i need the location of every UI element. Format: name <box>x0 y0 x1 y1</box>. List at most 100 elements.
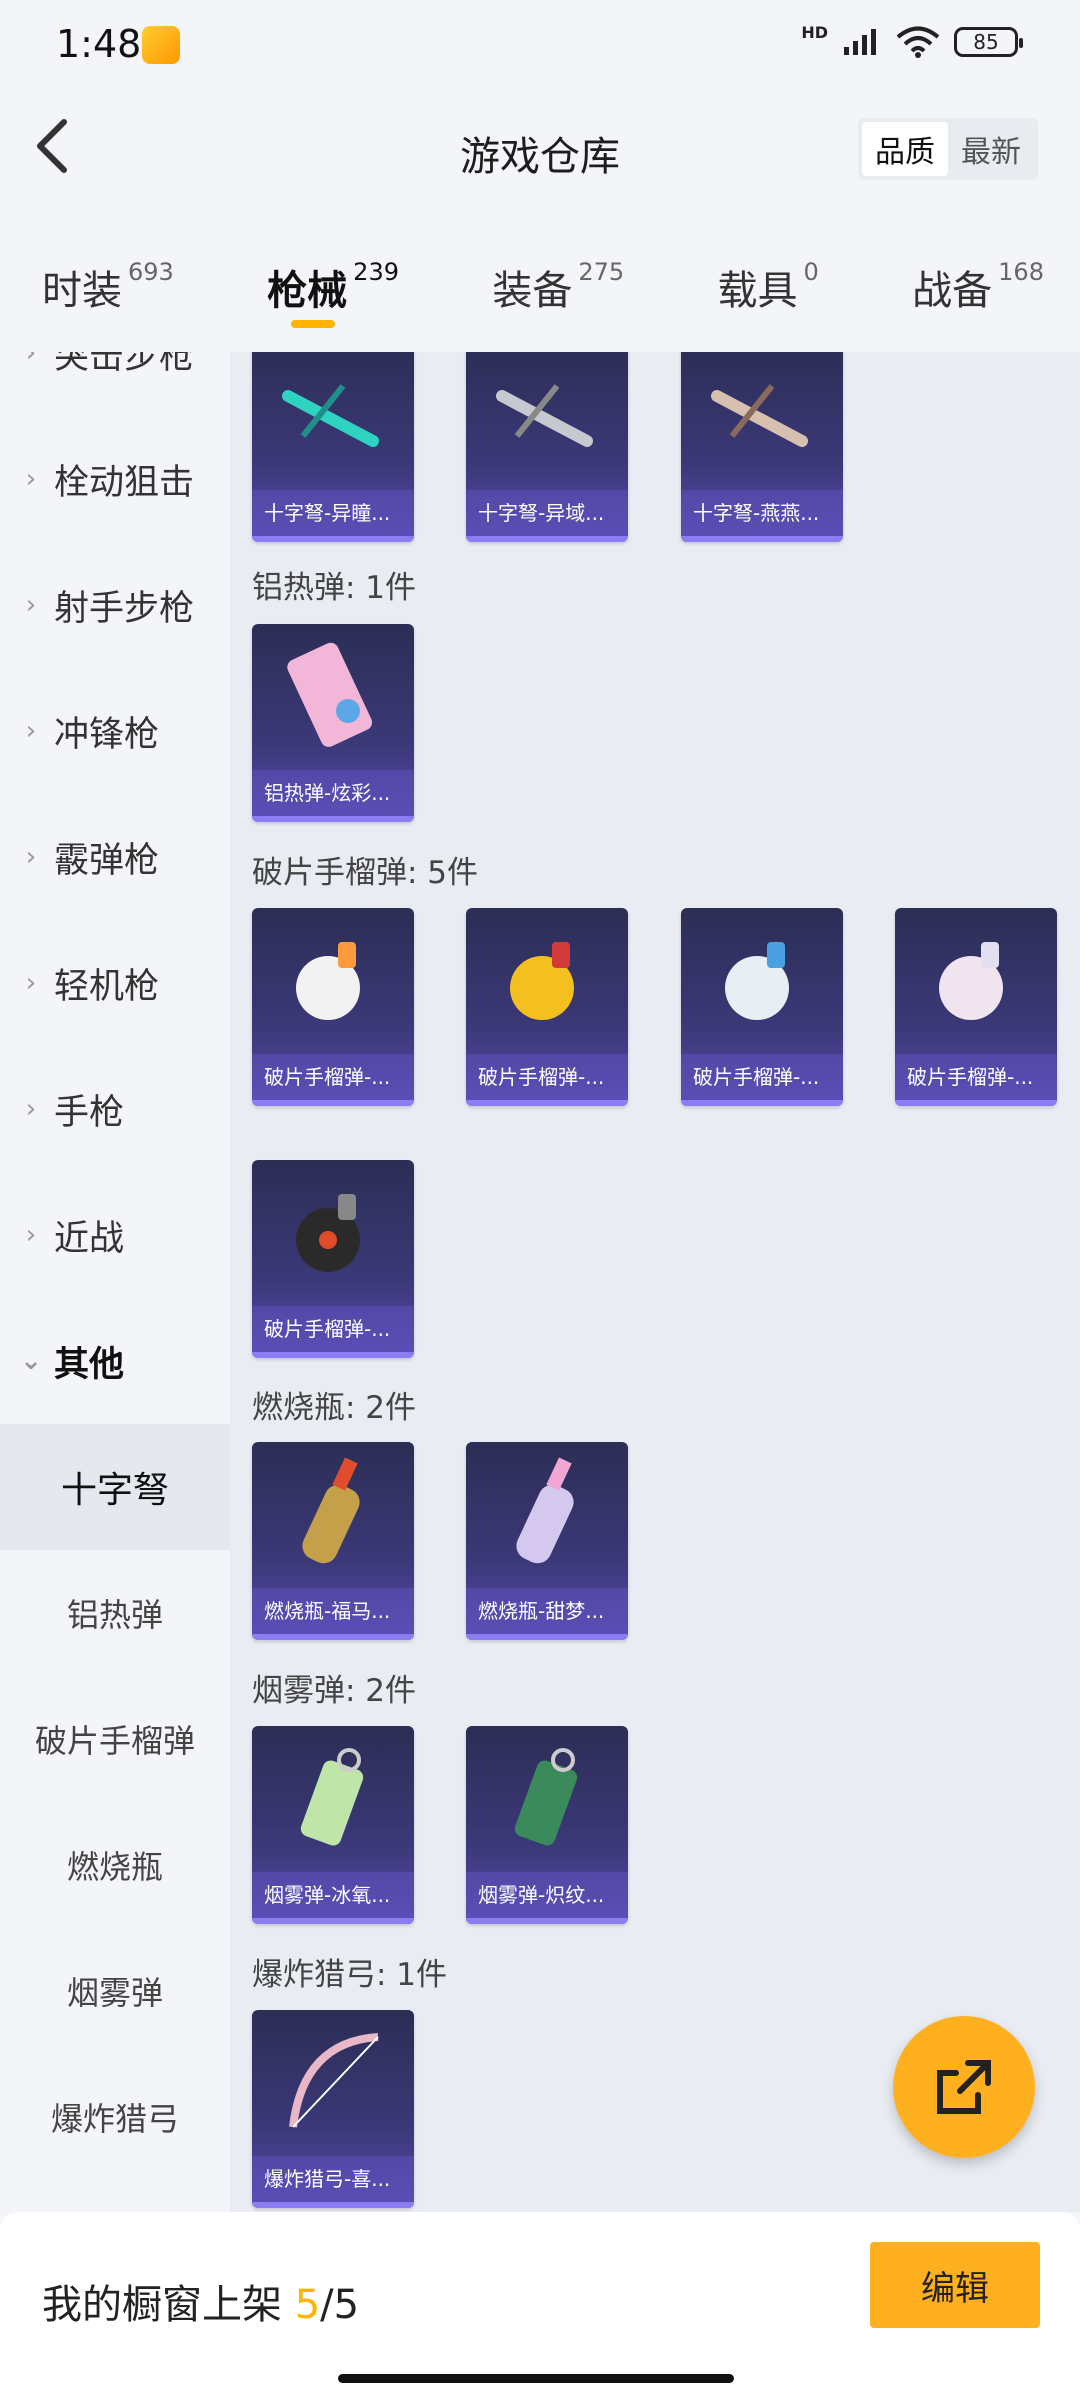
section-title: 烟雾弹: 2件 <box>252 1673 417 1709</box>
sidebar-item-pistol[interactable]: › 手枪 <box>0 1046 230 1172</box>
item-card[interactable]: 铝热弹-炫彩... <box>252 624 414 822</box>
molotov-icon <box>252 1442 414 1586</box>
rarity-bar <box>466 1634 628 1640</box>
sidebar-sub-frag-grenade[interactable]: 破片手榴弹 <box>0 1676 230 1802</box>
chevron-right-icon: › <box>25 464 37 494</box>
item-name: 爆炸猎弓-喜... <box>252 2156 414 2202</box>
sidebar-item-other[interactable]: ⌄ 其他 <box>0 1298 230 1424</box>
sidebar-item-shotgun[interactable]: › 霰弹枪 <box>0 794 230 920</box>
crossbow-icon <box>252 352 414 488</box>
sidebar-item-label: 突击步枪 <box>54 352 195 377</box>
sort-toggle: 品质 最新 <box>858 118 1038 180</box>
signal-icon <box>844 29 876 55</box>
grenade-icon <box>681 908 843 1052</box>
sidebar-item-bolt-sniper[interactable]: › 栓动狙击 <box>0 416 230 542</box>
tab-fashion[interactable]: 时装 693 <box>42 230 174 350</box>
item-name: 燃烧瓶-甜梦... <box>466 1588 628 1634</box>
rarity-bar <box>252 816 414 822</box>
header: 游戏仓库 品质 最新 <box>0 90 1080 210</box>
item-card[interactable]: 破片手榴弹-... <box>466 908 628 1106</box>
molotov-icon <box>466 1442 628 1586</box>
chevron-right-icon: › <box>25 842 37 872</box>
sidebar-sub-crossbow[interactable]: 十字弩 <box>0 1424 230 1550</box>
sidebar-item-smg[interactable]: › 冲锋枪 <box>0 668 230 794</box>
showcase-separator: / <box>320 2282 334 2328</box>
rarity-bar <box>252 536 414 542</box>
wifi-icon <box>896 26 940 58</box>
item-card[interactable]: 燃烧瓶-甜梦... <box>466 1442 628 1640</box>
showcase-text: 我的橱窗上架 <box>42 2282 282 2328</box>
item-card[interactable]: 爆炸猎弓-喜... <box>252 2010 414 2208</box>
tab-equipment[interactable]: 装备 275 <box>492 230 624 350</box>
app-notification-icon <box>142 26 180 64</box>
chevron-right-icon: › <box>25 716 37 746</box>
tab-label: 枪械 <box>267 268 348 314</box>
sidebar-item-label: 近战 <box>54 1218 125 1259</box>
sidebar: › 突击步枪 › 栓动狙击 › 射手步枪 › 冲锋枪 › 霰弹枪 › 轻机枪 › 手枪 › 近战… <box>0 352 230 2212</box>
chevron-right-icon: › <box>25 590 37 620</box>
rarity-bar <box>466 1918 628 1924</box>
item-name: 铝热弹-炫彩... <box>252 770 414 816</box>
active-tab-indicator <box>291 320 336 328</box>
sort-quality[interactable]: 品质 <box>862 122 948 176</box>
item-name: 破片手榴弹-... <box>252 1054 414 1100</box>
status-time: 1:48 <box>56 22 142 66</box>
sidebar-item-label: 霰弹枪 <box>54 840 160 881</box>
sidebar-item-label: 冲锋枪 <box>54 714 160 755</box>
rarity-bar <box>466 536 628 542</box>
item-card[interactable]: 十字弩-燕燕... <box>681 352 843 542</box>
sidebar-item-marksman-rifle[interactable]: › 射手步枪 <box>0 542 230 668</box>
grenade-icon <box>252 908 414 1052</box>
home-indicator[interactable] <box>338 2374 734 2383</box>
item-card[interactable]: 十字弩-异瞳... <box>252 352 414 542</box>
item-card[interactable]: 燃烧瓶-福马... <box>252 1442 414 1640</box>
item-card[interactable]: 破片手榴弹-... <box>681 908 843 1106</box>
item-name: 十字弩-燕燕... <box>681 490 843 536</box>
tab-vehicles[interactable]: 载具 0 <box>718 230 819 350</box>
external-link-icon <box>937 2060 991 2114</box>
item-card[interactable]: 破片手榴弹-... <box>252 908 414 1106</box>
status-bar: 1:48 HD 85 <box>0 0 1080 90</box>
grenade-icon <box>252 1160 414 1304</box>
showcase-label: 我的橱窗上架 5/5 <box>42 2272 359 2330</box>
sidebar-item-label: 栓动狙击 <box>54 462 195 503</box>
category-tabs: 时装 693 枪械 239 装备 275 载具 0 战备 168 <box>0 230 1080 350</box>
sidebar-item-lmg[interactable]: › 轻机枪 <box>0 920 230 1046</box>
sidebar-sub-molotov[interactable]: 燃烧瓶 <box>0 1802 230 1928</box>
tab-label: 战备 <box>912 268 993 314</box>
sidebar-item-label: 其他 <box>54 1344 125 1385</box>
sort-latest[interactable]: 最新 <box>948 122 1034 176</box>
rarity-bar <box>895 1100 1057 1106</box>
item-card[interactable]: 烟雾弹-冰氧... <box>252 1726 414 1924</box>
rarity-bar <box>252 1634 414 1640</box>
item-name: 破片手榴弹-... <box>466 1054 628 1100</box>
edit-button[interactable]: 编辑 <box>870 2242 1040 2328</box>
item-card[interactable]: 烟雾弹-炽纹... <box>466 1726 628 1924</box>
rarity-bar <box>681 1100 843 1106</box>
sidebar-item-assault-rifle[interactable]: › 突击步枪 <box>0 352 230 416</box>
tab-supplies[interactable]: 战备 168 <box>912 230 1044 350</box>
item-card[interactable]: 破片手榴弹-... <box>895 908 1057 1106</box>
tab-count: 0 <box>803 258 819 286</box>
item-card[interactable]: 十字弩-异域... <box>466 352 628 542</box>
thermite-icon <box>252 624 414 768</box>
sidebar-sub-explosive-bow[interactable]: 爆炸猎弓 <box>0 2054 230 2180</box>
sidebar-item-label: 手枪 <box>54 1092 125 1133</box>
tab-count: 693 <box>128 258 174 286</box>
tab-firearms[interactable]: 枪械 239 <box>267 230 399 350</box>
item-card[interactable]: 破片手榴弹-... <box>252 1160 414 1358</box>
sidebar-item-label: 轻机枪 <box>54 966 160 1007</box>
sidebar-item-melee[interactable]: › 近战 <box>0 1172 230 1298</box>
sidebar-item-label: 射手步枪 <box>54 588 195 629</box>
share-button[interactable] <box>893 2016 1035 2158</box>
rarity-bar <box>252 2202 414 2208</box>
sidebar-sub-smoke[interactable]: 烟雾弹 <box>0 1928 230 2054</box>
rarity-bar <box>466 1100 628 1106</box>
item-name: 十字弩-异瞳... <box>252 490 414 536</box>
tab-label: 时装 <box>42 268 122 314</box>
section-title: 破片手榴弹: 5件 <box>252 855 479 891</box>
sidebar-sub-thermite[interactable]: 铝热弹 <box>0 1550 230 1676</box>
section-title: 爆炸猎弓: 1件 <box>252 1957 448 1993</box>
smoke-grenade-icon <box>252 1726 414 1870</box>
item-name: 破片手榴弹-... <box>681 1054 843 1100</box>
